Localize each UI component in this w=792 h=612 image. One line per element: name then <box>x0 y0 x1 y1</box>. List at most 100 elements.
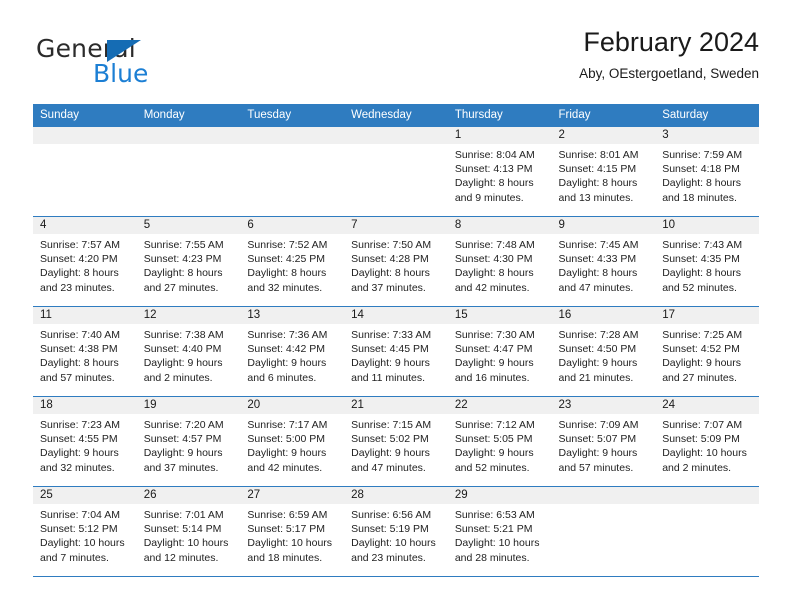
calendar-day-cell[interactable]: 11 Sunrise: 7:40 AM Sunset: 4:38 PM Dayligh… <box>33 306 137 397</box>
day-cell-inner: 7 Sunrise: 7:50 AM Sunset: 4:28 PM Daylight… <box>344 217 448 306</box>
day-number: 21 <box>344 397 448 414</box>
page-subtitle: Aby, OEstergoetland, Sweden <box>579 65 759 81</box>
weekday-header-thursday: Thursday <box>447 104 552 127</box>
day-details: Sunrise: 7:40 AM Sunset: 4:38 PM Daylight:… <box>33 324 137 385</box>
calendar-day-cell[interactable]: 6 Sunrise: 7:52 AM Sunset: 4:25 PM Daylight… <box>240 216 345 307</box>
calendar-table: Sunday Monday Tuesday Wednesday Thursday… <box>33 104 759 577</box>
day-number: 26 <box>136 487 241 504</box>
day-cell-inner: 16 Sunrise: 7:28 AM Sunset: 4:50 PM Dayligh… <box>551 307 656 396</box>
calendar-day-cell[interactable]: 9 Sunrise: 7:45 AM Sunset: 4:33 PM Daylight… <box>551 216 656 307</box>
daylight-text: Daylight: 9 hours and 32 minutes. <box>40 447 119 474</box>
calendar-day-cell[interactable]: 25 Sunrise: 7:04 AM Sunset: 5:12 PM Dayligh… <box>33 486 137 577</box>
calendar-day-cell[interactable]: 29 Sunrise: 6:53 AM Sunset: 5:21 PM Dayligh… <box>447 486 552 577</box>
calendar-day-cell[interactable]: 28 Sunrise: 6:56 AM Sunset: 5:19 PM Dayligh… <box>344 486 448 577</box>
day-details: Sunrise: 6:53 AM Sunset: 5:21 PM Daylight:… <box>448 504 552 565</box>
calendar-day-cell[interactable]: 4 Sunrise: 7:57 AM Sunset: 4:20 PM Daylight… <box>33 216 137 307</box>
daylight-text: Daylight: 9 hours and 27 minutes. <box>662 357 742 384</box>
day-cell-inner: 25 Sunrise: 7:04 AM Sunset: 5:12 PM Dayligh… <box>33 487 137 576</box>
calendar-day-cell[interactable]: 5 Sunrise: 7:55 AM Sunset: 4:23 PM Daylight… <box>136 216 241 307</box>
day-details: Sunrise: 7:52 AM Sunset: 4:25 PM Daylight:… <box>240 234 344 295</box>
day-number: 29 <box>447 487 552 504</box>
sunset-text: Sunset: 4:18 PM <box>662 163 740 176</box>
day-cell-inner <box>33 127 137 216</box>
calendar-day-cell[interactable]: 22 Sunrise: 7:12 AM Sunset: 5:05 PM Dayligh… <box>447 396 552 487</box>
day-number: 27 <box>240 487 345 504</box>
sunrise-text: Sunrise: 7:59 AM <box>662 149 743 161</box>
weekday-header-saturday: Saturday <box>655 104 759 127</box>
day-details: Sunrise: 7:09 AM Sunset: 5:07 PM Daylight:… <box>552 414 656 475</box>
sunrise-text: Sunrise: 6:53 AM <box>454 509 535 521</box>
sunset-text: Sunset: 4:38 PM <box>40 343 118 356</box>
calendar-day-cell[interactable]: 19 Sunrise: 7:20 AM Sunset: 4:57 PM Dayligh… <box>136 396 241 487</box>
generalblue-logo[interactable]: General Blue <box>36 36 216 92</box>
day-number: 3 <box>655 127 759 144</box>
day-number: 6 <box>240 217 345 234</box>
daylight-text: Daylight: 8 hours and 13 minutes. <box>558 177 638 204</box>
calendar-day-cell[interactable]: 2 Sunrise: 8:01 AM Sunset: 4:15 PM Daylight… <box>551 127 656 217</box>
day-cell-inner: 8 Sunrise: 7:48 AM Sunset: 4:30 PM Daylight… <box>447 217 552 306</box>
calendar-day-cell[interactable]: 13 Sunrise: 7:36 AM Sunset: 4:42 PM Dayligh… <box>240 306 345 397</box>
day-number: 8 <box>447 217 552 234</box>
daylight-text: Daylight: 10 hours and 2 minutes. <box>662 447 747 474</box>
day-cell-inner: 19 Sunrise: 7:20 AM Sunset: 4:57 PM Dayligh… <box>136 397 241 486</box>
sunset-text: Sunset: 5:05 PM <box>454 433 533 446</box>
calendar-day-cell[interactable]: 14 Sunrise: 7:33 AM Sunset: 4:45 PM Dayligh… <box>344 306 448 397</box>
day-cell-inner <box>655 487 759 576</box>
sunrise-text: Sunrise: 7:17 AM <box>247 419 328 431</box>
weekday-header-wednesday: Wednesday <box>344 104 448 127</box>
sunset-text: Sunset: 5:19 PM <box>351 523 429 536</box>
calendar-day-cell[interactable]: 8 Sunrise: 7:48 AM Sunset: 4:30 PM Daylight… <box>447 216 552 307</box>
day-number: 17 <box>655 307 759 324</box>
calendar-page: General Blue February 2024 Aby, OEstergo… <box>0 0 792 612</box>
calendar-day-cell[interactable]: 3 Sunrise: 7:59 AM Sunset: 4:18 PM Daylight… <box>655 127 759 217</box>
sunrise-text: Sunrise: 7:40 AM <box>40 329 120 341</box>
calendar-day-cell[interactable]: 1 Sunrise: 8:04 AM Sunset: 4:13 PM Daylight… <box>447 127 552 217</box>
day-number: 2 <box>551 127 656 144</box>
day-number: 25 <box>33 487 137 504</box>
calendar-day-cell[interactable]: 21 Sunrise: 7:15 AM Sunset: 5:02 PM Dayligh… <box>344 396 448 487</box>
calendar-day-cell[interactable]: 20 Sunrise: 7:17 AM Sunset: 5:00 PM Dayligh… <box>240 396 345 487</box>
daylight-text: Daylight: 9 hours and 57 minutes. <box>558 447 638 474</box>
sunrise-text: Sunrise: 7:50 AM <box>351 239 432 251</box>
calendar-day-cell[interactable]: 17 Sunrise: 7:25 AM Sunset: 4:52 PM Dayligh… <box>655 306 759 397</box>
calendar-day-cell[interactable]: 7 Sunrise: 7:50 AM Sunset: 4:28 PM Daylight… <box>344 216 448 307</box>
daylight-text: Daylight: 8 hours and 18 minutes. <box>662 177 742 204</box>
daylight-text: Daylight: 8 hours and 47 minutes. <box>558 267 638 294</box>
day-cell-inner: 17 Sunrise: 7:25 AM Sunset: 4:52 PM Dayligh… <box>655 307 759 396</box>
calendar-week-row: 1 Sunrise: 8:04 AM Sunset: 4:13 PM Daylight… <box>33 127 759 217</box>
sunset-text: Sunset: 4:57 PM <box>143 433 222 446</box>
calendar-day-cell[interactable]: 18 Sunrise: 7:23 AM Sunset: 4:55 PM Dayligh… <box>33 396 137 487</box>
sunrise-text: Sunrise: 7:45 AM <box>558 239 639 251</box>
day-number: 15 <box>447 307 552 324</box>
calendar-day-cell[interactable]: 12 Sunrise: 7:38 AM Sunset: 4:40 PM Dayligh… <box>136 306 241 397</box>
calendar-day-cell[interactable]: 27 Sunrise: 6:59 AM Sunset: 5:17 PM Dayligh… <box>240 486 345 577</box>
day-cell-inner: 24 Sunrise: 7:07 AM Sunset: 5:09 PM Dayligh… <box>655 397 759 486</box>
sunset-text: Sunset: 4:13 PM <box>454 163 533 176</box>
daylight-text: Daylight: 10 hours and 23 minutes. <box>351 537 436 564</box>
daylight-text: Daylight: 9 hours and 21 minutes. <box>558 357 638 384</box>
day-details: Sunrise: 7:23 AM Sunset: 4:55 PM Daylight:… <box>33 414 137 475</box>
day-cell-inner: 21 Sunrise: 7:15 AM Sunset: 5:02 PM Dayligh… <box>344 397 448 486</box>
calendar-day-cell[interactable]: 23 Sunrise: 7:09 AM Sunset: 5:07 PM Dayligh… <box>551 396 656 487</box>
daylight-text: Daylight: 9 hours and 6 minutes. <box>247 357 327 384</box>
sunrise-text: Sunrise: 8:04 AM <box>454 149 535 161</box>
day-details: Sunrise: 7:25 AM Sunset: 4:52 PM Daylight:… <box>655 324 759 385</box>
sunrise-text: Sunrise: 7:12 AM <box>454 419 535 431</box>
calendar-day-cell[interactable]: 15 Sunrise: 7:30 AM Sunset: 4:47 PM Dayligh… <box>447 306 552 397</box>
calendar-day-cell[interactable]: 16 Sunrise: 7:28 AM Sunset: 4:50 PM Dayligh… <box>551 306 656 397</box>
day-details: Sunrise: 7:48 AM Sunset: 4:30 PM Daylight:… <box>448 234 552 295</box>
sunset-text: Sunset: 5:07 PM <box>558 433 637 446</box>
day-cell-inner: 9 Sunrise: 7:45 AM Sunset: 4:33 PM Daylight… <box>551 217 656 306</box>
calendar-day-cell[interactable]: 26 Sunrise: 7:01 AM Sunset: 5:14 PM Dayligh… <box>136 486 241 577</box>
logo-text-blue: Blue <box>93 59 149 88</box>
day-number: 24 <box>655 397 759 414</box>
day-details: Sunrise: 7:28 AM Sunset: 4:50 PM Daylight:… <box>552 324 656 385</box>
calendar-day-cell[interactable]: 10 Sunrise: 7:43 AM Sunset: 4:35 PM Dayligh… <box>655 216 759 307</box>
calendar-day-cell[interactable]: 24 Sunrise: 7:07 AM Sunset: 5:09 PM Dayligh… <box>655 396 759 487</box>
day-details: Sunrise: 7:30 AM Sunset: 4:47 PM Daylight:… <box>448 324 552 385</box>
daylight-text: Daylight: 9 hours and 2 minutes. <box>143 357 223 384</box>
day-cell-inner: 12 Sunrise: 7:38 AM Sunset: 4:40 PM Dayligh… <box>136 307 241 396</box>
weekday-header-monday: Monday <box>136 104 241 127</box>
sunset-text: Sunset: 5:17 PM <box>247 523 326 536</box>
day-cell-inner: 29 Sunrise: 6:53 AM Sunset: 5:21 PM Dayligh… <box>447 487 552 576</box>
